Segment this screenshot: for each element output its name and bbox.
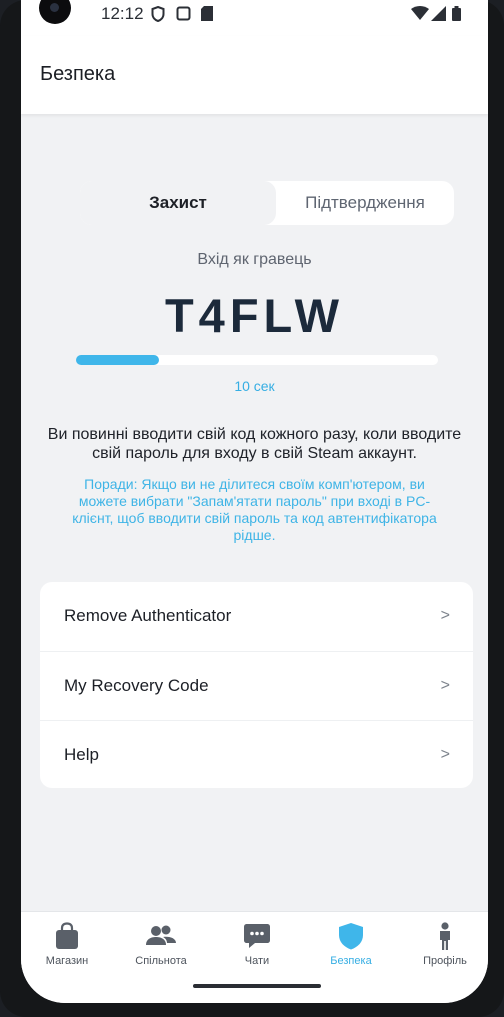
menu-item-label: Help xyxy=(64,745,99,764)
code-timer-bar xyxy=(76,355,438,365)
chevron-right-icon: > xyxy=(440,677,450,694)
chat-bubble-icon xyxy=(244,924,270,948)
person-icon xyxy=(440,922,450,950)
battery-icon xyxy=(452,6,461,21)
screen-cast-icon xyxy=(176,6,191,21)
login-as-label: Вхід як гравець xyxy=(197,251,312,268)
nav-label: Профіль xyxy=(423,955,467,967)
front-camera xyxy=(39,0,71,24)
home-indicator[interactable] xyxy=(193,984,321,988)
phone-frame: 12:12 Безпека Захист Підтвердження Вхід … xyxy=(0,0,504,1017)
menu-card: Remove Authenticator > My Recovery Code … xyxy=(40,582,473,788)
screen: 12:12 Безпека Захист Підтвердження Вхід … xyxy=(21,0,488,1003)
remove-authenticator-item[interactable]: Remove Authenticator > xyxy=(40,582,473,651)
sd-card-icon xyxy=(201,6,213,21)
code-timer-seconds: 10 сек xyxy=(234,378,275,394)
app-bar: Безпека xyxy=(21,36,488,114)
wifi-icon xyxy=(411,6,429,20)
auth-code: T4FLW xyxy=(164,289,345,342)
nav-label: Чати xyxy=(244,955,270,967)
tips-text: Поради: Якщо ви не ділитеся своїм комп'ю… xyxy=(72,476,437,543)
chevron-right-icon: > xyxy=(440,607,450,624)
status-time: 12:12 xyxy=(101,4,144,23)
page-title: Безпека xyxy=(40,63,116,85)
bottom-nav: Магазин Спільнота Чати Безпека Профіль xyxy=(21,911,488,1003)
nav-security[interactable]: Безпека xyxy=(311,921,391,967)
shield-icon xyxy=(339,923,363,950)
menu-item-label: My Recovery Code xyxy=(64,676,209,695)
cell-signal-icon xyxy=(431,6,446,21)
info-text: Ви повинні вводити свій код кожного разу… xyxy=(47,426,462,462)
tab-protection[interactable]: Захист xyxy=(80,181,276,225)
help-item[interactable]: Help > xyxy=(40,720,473,788)
tab-confirmation[interactable]: Підтвердження xyxy=(276,181,454,225)
nav-profile[interactable]: Профіль xyxy=(405,921,485,967)
nav-store[interactable]: Магазин xyxy=(27,921,107,967)
segmented-control: Захист Підтвердження xyxy=(80,181,454,225)
recovery-code-item[interactable]: My Recovery Code > xyxy=(40,651,473,721)
nav-label: Спільнота xyxy=(135,955,187,967)
vpn-shield-icon xyxy=(151,6,165,22)
people-icon xyxy=(146,925,176,945)
nav-label: Безпека xyxy=(330,955,372,967)
status-bar: 12:12 xyxy=(21,0,488,36)
chevron-right-icon: > xyxy=(440,746,450,763)
nav-label: Магазин xyxy=(45,955,89,967)
menu-item-label: Remove Authenticator xyxy=(64,606,232,625)
shopping-bag-icon xyxy=(56,922,78,949)
code-timer-fill xyxy=(76,355,160,365)
nav-community[interactable]: Спільнота xyxy=(121,921,201,967)
nav-chats[interactable]: Чати xyxy=(217,921,297,967)
